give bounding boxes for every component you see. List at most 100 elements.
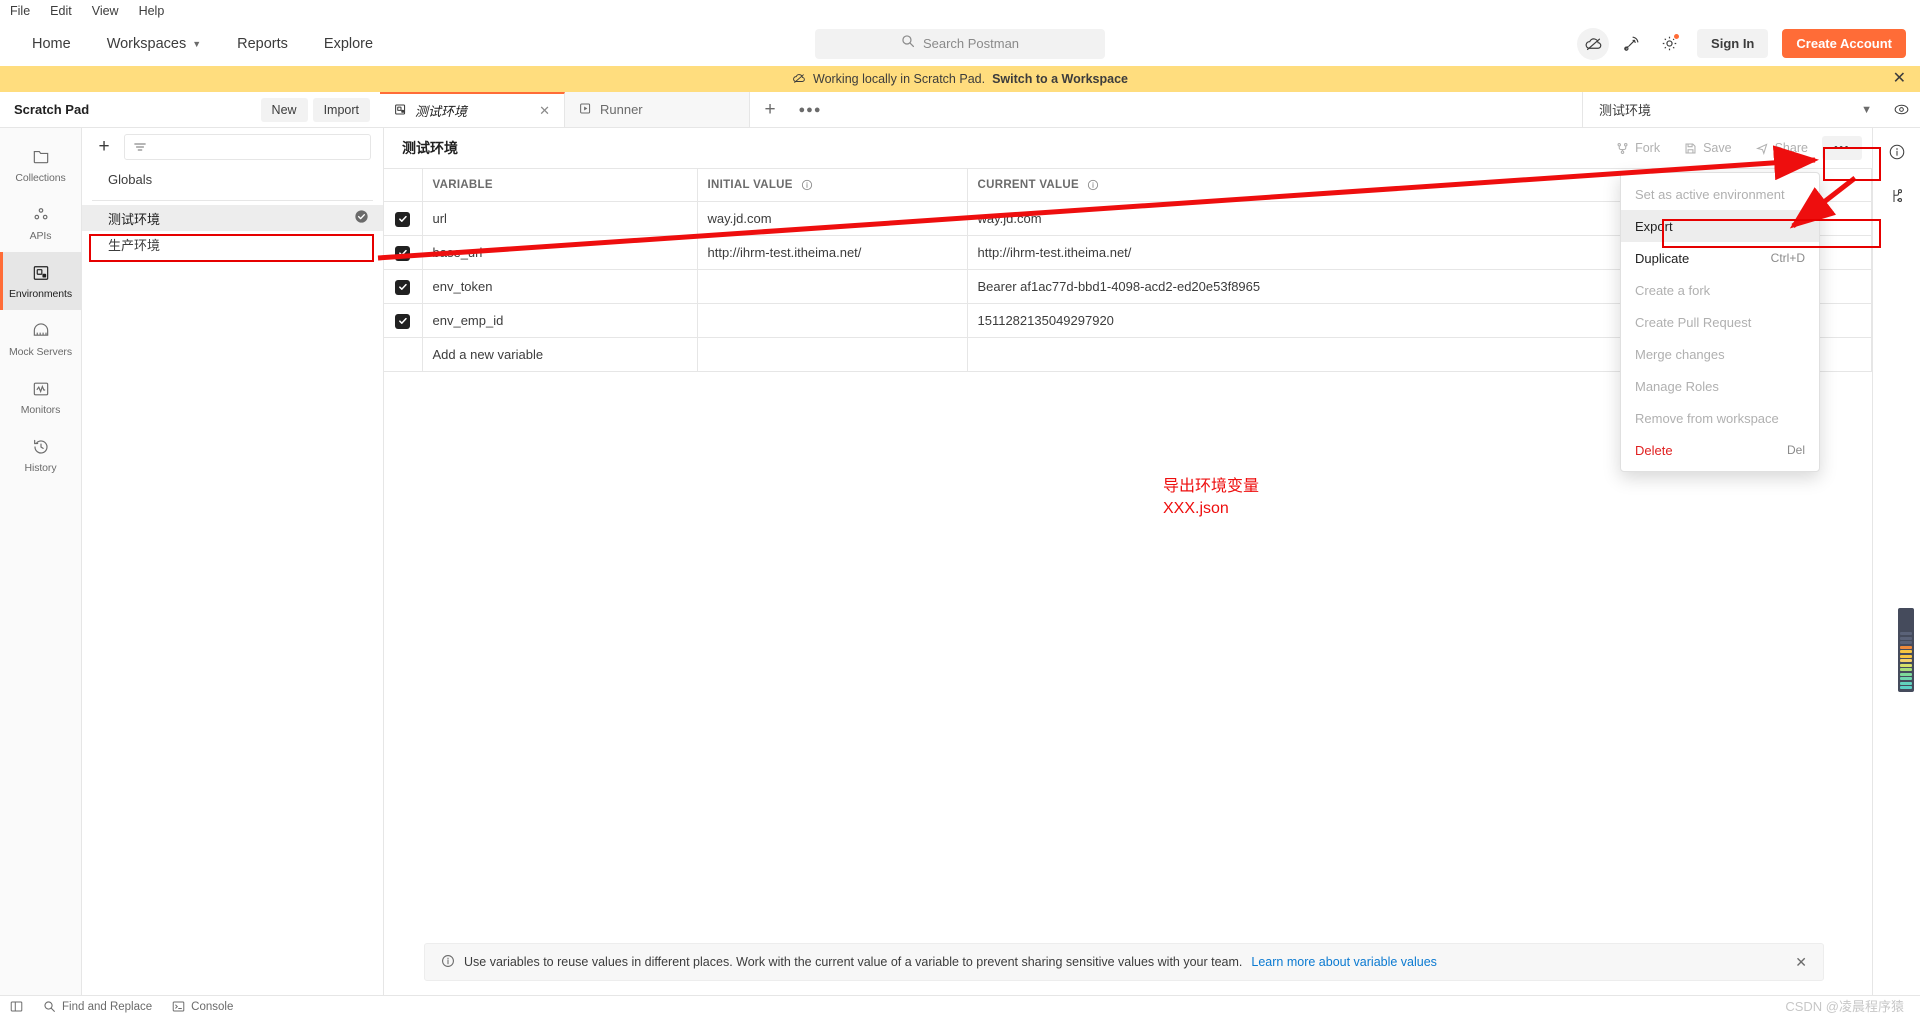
sidebar-item-environments[interactable]: Environments <box>0 252 81 310</box>
sidebar-toggle-button[interactable] <box>10 1000 23 1013</box>
cell-variable[interactable]: base_url <box>421 235 698 270</box>
search-icon <box>901 34 915 53</box>
filter-icon <box>134 143 146 151</box>
os-menu-file[interactable]: File <box>10 4 30 18</box>
environment-item-test[interactable]: 测试环境 <box>82 205 383 231</box>
add-variable-placeholder[interactable]: Add a new variable <box>421 337 698 372</box>
add-row-initial-cell[interactable] <box>696 337 968 372</box>
fork-rail-button[interactable] <box>1881 180 1913 212</box>
os-menu-help[interactable]: Help <box>139 4 165 18</box>
row-checkbox-cell[interactable] <box>384 235 423 270</box>
nav-item-explore[interactable]: Explore <box>306 30 391 58</box>
eq-bar <box>1900 632 1912 635</box>
cell-initial-value[interactable] <box>696 269 968 304</box>
environment-context-menu: Set as active environment Export Duplica… <box>1620 172 1820 472</box>
row-checkbox[interactable] <box>395 211 411 227</box>
cell-initial-value[interactable]: way.jd.com <box>696 201 968 236</box>
global-search-wrapper: Search Postman <box>815 28 1105 59</box>
cell-variable[interactable]: env_emp_id <box>421 303 698 338</box>
sidebar-item-monitors[interactable]: Monitors <box>0 368 81 426</box>
eq-bar <box>1900 663 1912 667</box>
environment-item-label: Globals <box>108 171 153 187</box>
close-icon[interactable]: ✕ <box>539 103 550 119</box>
environment-icon <box>394 103 407 119</box>
nav-item-home[interactable]: Home <box>14 30 89 58</box>
tab-strip: 测试环境 ✕ Runner + ●●● <box>380 92 1582 127</box>
cell-variable[interactable]: url <box>421 201 698 236</box>
select-all-column <box>384 168 423 202</box>
share-button[interactable]: Share <box>1746 135 1818 161</box>
menu-item-export[interactable]: Export <box>1621 210 1819 242</box>
sign-in-button[interactable]: Sign In <box>1697 29 1769 58</box>
row-checkbox-cell[interactable] <box>384 269 423 304</box>
row-checkbox[interactable] <box>395 313 411 329</box>
tab-options-button[interactable]: ●●● <box>790 92 830 127</box>
menu-item-shortcut: Del <box>1786 443 1805 457</box>
search-input[interactable]: Search Postman <box>815 28 1105 59</box>
fork-button[interactable]: Fork <box>1606 135 1670 161</box>
scratch-pad-actions: New Import <box>260 97 370 122</box>
row-checkbox[interactable] <box>395 245 411 261</box>
sidebar-item-apis[interactable]: APIs <box>0 194 81 252</box>
environment-more-actions-button[interactable]: ••• <box>1821 136 1862 160</box>
row-checkbox-cell[interactable] <box>384 303 423 338</box>
sidebar-item-label: APIs <box>29 229 52 242</box>
cloud-offline-icon[interactable] <box>1577 27 1610 60</box>
environment-item-label: 生产环境 <box>108 237 161 253</box>
save-button[interactable]: Save <box>1674 135 1742 161</box>
tab-environment[interactable]: 测试环境 ✕ <box>380 92 565 127</box>
filter-input[interactable] <box>124 134 371 160</box>
notice-link-learn-more[interactable]: Learn more about variable values <box>1251 955 1437 969</box>
row-checkbox[interactable] <box>395 279 411 295</box>
menu-item-label: Export <box>1635 218 1673 234</box>
runner-icon <box>579 102 592 118</box>
sidebar-item-history[interactable]: History <box>0 426 81 484</box>
check-circle-icon <box>355 210 368 223</box>
nav-item-workspaces[interactable]: Workspaces ▼ <box>89 30 219 58</box>
cell-initial-value[interactable] <box>696 303 968 338</box>
cell-variable[interactable]: env_token <box>421 269 698 304</box>
banner-link-switch-workspace[interactable]: Switch to a Workspace <box>992 72 1128 86</box>
active-environment-check-icon[interactable] <box>354 209 369 227</box>
column-initial-value-label: INITIAL VALUE <box>707 179 793 192</box>
satellite-icon[interactable] <box>1615 28 1647 60</box>
new-button[interactable]: New <box>260 97 308 122</box>
console-button[interactable]: Console <box>172 1000 233 1013</box>
environment-selector[interactable]: 测试环境 ▼ <box>1582 92 1882 127</box>
close-icon[interactable]: ✕ <box>1893 71 1906 87</box>
environment-selector-value: 测试环境 <box>1599 103 1652 118</box>
info-icon[interactable] <box>801 179 813 191</box>
nav-item-reports[interactable]: Reports <box>219 30 306 58</box>
new-tab-button[interactable]: + <box>750 92 790 127</box>
environment-item-prod[interactable]: 生产环境 <box>82 231 383 257</box>
os-menu-view[interactable]: View <box>92 4 119 18</box>
activity-equalizer-widget <box>1898 608 1914 692</box>
menu-item-delete[interactable]: Delete Del <box>1621 434 1819 466</box>
eq-bar <box>1900 636 1912 640</box>
eq-bar <box>1900 677 1912 680</box>
close-icon[interactable]: ✕ <box>1795 954 1807 971</box>
create-account-button[interactable]: Create Account <box>1782 29 1906 58</box>
console-label: Console <box>191 1000 234 1013</box>
tab-runner[interactable]: Runner <box>565 92 750 127</box>
gear-icon[interactable] <box>1653 28 1685 60</box>
environment-item-globals[interactable]: Globals <box>82 166 383 192</box>
environment-quick-look-button[interactable] <box>1882 92 1920 127</box>
menu-item-duplicate[interactable]: Duplicate Ctrl+D <box>1621 242 1819 274</box>
cell-initial-value[interactable]: http://ihrm-test.itheima.net/ <box>696 235 968 270</box>
eq-bar <box>1900 672 1912 676</box>
documentation-info-button[interactable] <box>1881 136 1913 168</box>
os-menu-edit[interactable]: Edit <box>50 4 72 18</box>
create-environment-button[interactable]: + <box>92 135 116 159</box>
notice-text: Use variables to reuse values in differe… <box>464 955 1243 969</box>
top-nav-items: Home Workspaces ▼ Reports Explore <box>14 30 391 58</box>
column-variable: VARIABLE <box>421 168 698 202</box>
eq-bar <box>1900 686 1912 689</box>
sidebar-item-collections[interactable]: Collections <box>0 136 81 194</box>
sidebar-item-mock-servers[interactable]: Mock Servers <box>0 310 81 368</box>
info-icon[interactable] <box>1087 179 1099 191</box>
import-button[interactable]: Import <box>312 97 370 122</box>
row-checkbox-cell[interactable] <box>384 201 423 236</box>
find-and-replace-button[interactable]: Find and Replace <box>43 1000 152 1013</box>
os-menu-bar: File Edit View Help <box>0 0 1920 21</box>
